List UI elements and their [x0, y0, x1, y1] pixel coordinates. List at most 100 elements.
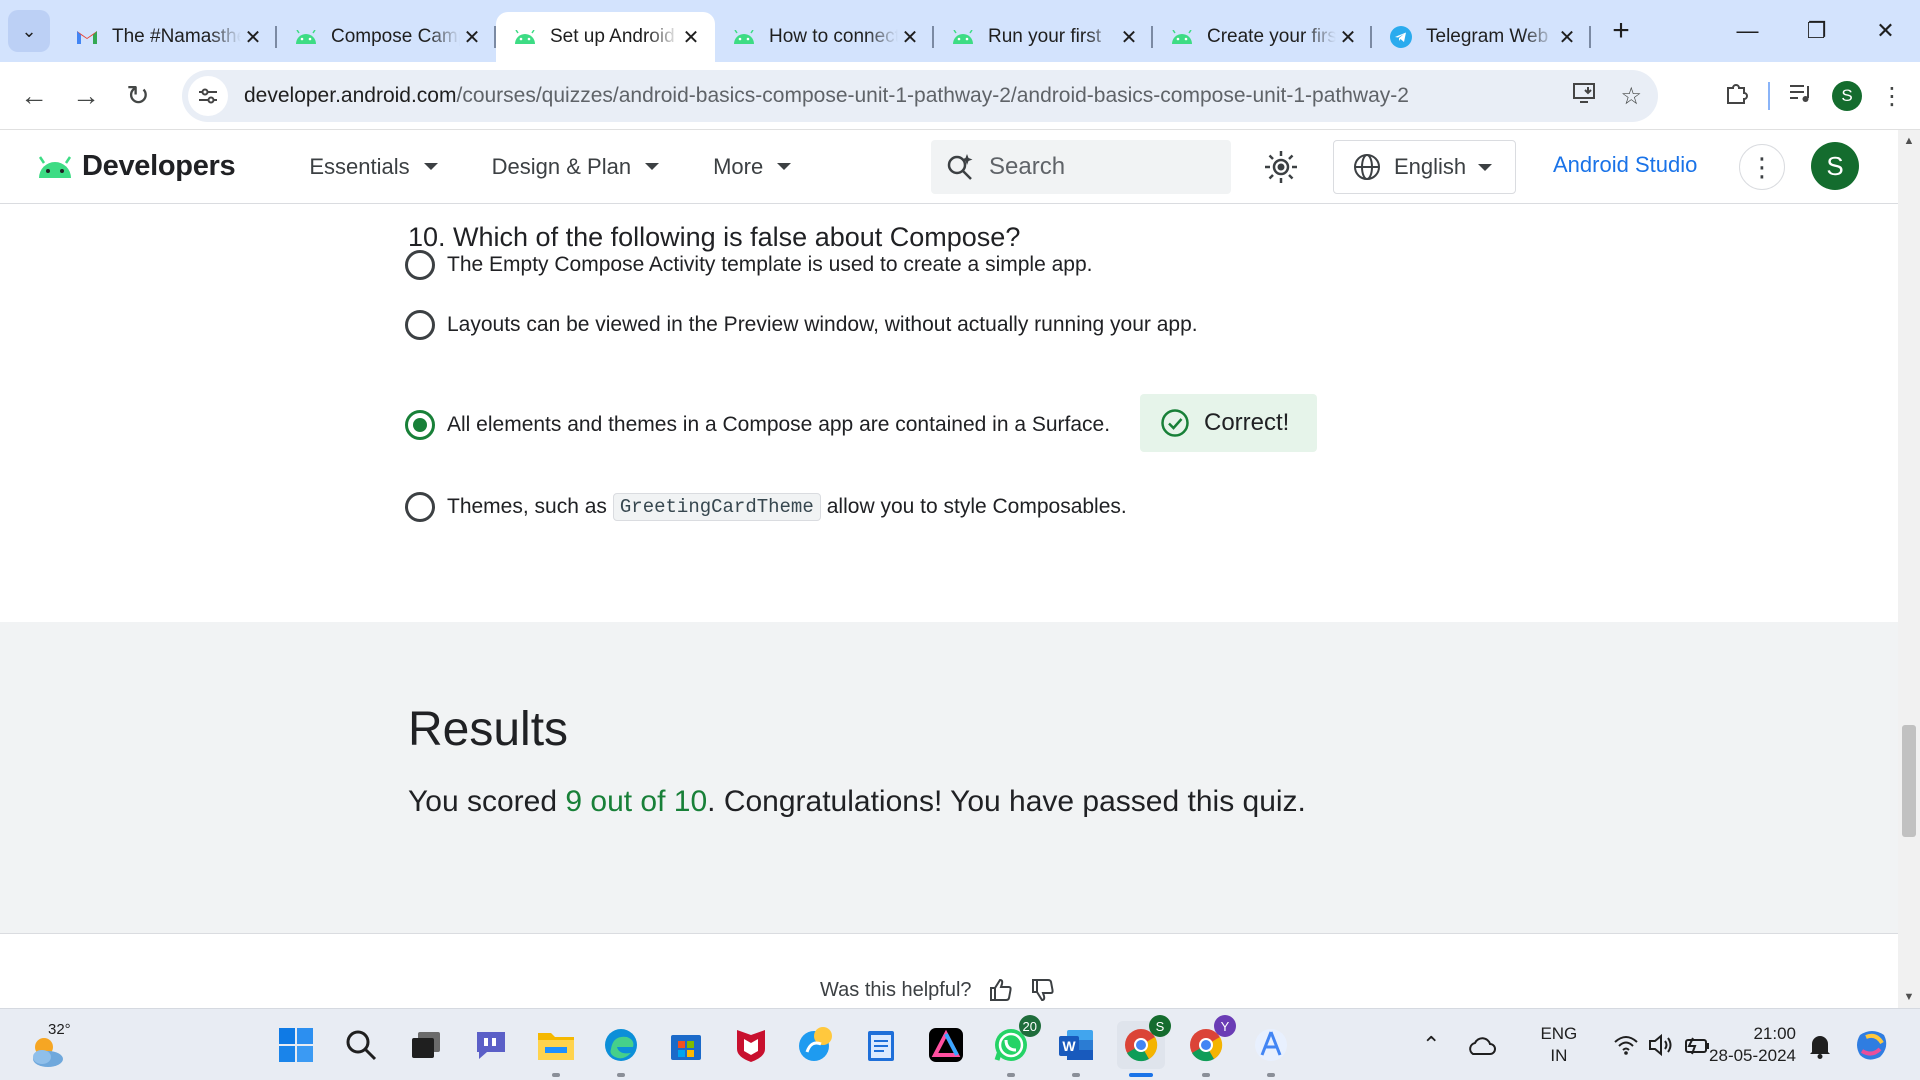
- word-app[interactable]: W: [1052, 1021, 1100, 1077]
- new-tab-button[interactable]: +: [1603, 13, 1639, 49]
- browser-tab-strip: ⌄ The #Namasthe ✕ Compose Camp ✕ Set up …: [0, 0, 1920, 62]
- chrome-app[interactable]: Y: [1182, 1015, 1236, 1077]
- browser-tab[interactable]: The #Namasthe ✕: [58, 12, 277, 62]
- nav-label: More: [713, 153, 764, 179]
- close-icon[interactable]: ✕: [1117, 25, 1141, 50]
- android-studio-app[interactable]: [1247, 1021, 1295, 1077]
- answer-option[interactable]: Themes, such as GreetingCardTheme allow …: [405, 487, 1127, 527]
- extensions-icon[interactable]: [1724, 80, 1750, 113]
- avatar[interactable]: S: [1811, 142, 1859, 190]
- page-scrollbar[interactable]: ▲ ▼: [1898, 130, 1920, 1008]
- chrome-menu-icon[interactable]: ⋮: [1880, 82, 1904, 111]
- close-window-icon[interactable]: ✕: [1851, 0, 1920, 62]
- search-icon: [346, 1030, 377, 1061]
- browser-tab[interactable]: Run your first ✕: [934, 12, 1153, 62]
- chrome-app-active[interactable]: S: [1117, 1015, 1171, 1077]
- taskbar-clock[interactable]: 21:00 28-05-2024: [1700, 1023, 1796, 1067]
- taskbar-search-button[interactable]: [337, 1021, 385, 1069]
- edge-app[interactable]: [597, 1021, 645, 1077]
- radio-button[interactable]: [405, 492, 435, 522]
- answer-option-selected[interactable]: All elements and themes in a Compose app…: [405, 405, 1110, 445]
- tab-search-button[interactable]: ⌄: [8, 10, 50, 52]
- close-icon[interactable]: ✕: [1336, 25, 1360, 50]
- reload-button[interactable]: ↻: [112, 70, 164, 122]
- tab-title: Set up Android: [550, 26, 675, 47]
- address-bar[interactable]: developer.android.com/courses/quizzes/an…: [182, 70, 1658, 122]
- radio-button[interactable]: [405, 310, 435, 340]
- browser-toolbar: ← → ↻ developer.android.com/courses/quiz…: [0, 62, 1920, 130]
- close-icon[interactable]: ✕: [241, 25, 265, 50]
- feedback-row: Was this helpful?: [820, 977, 1056, 1003]
- scroll-up-icon[interactable]: ▲: [1898, 130, 1920, 152]
- wifi-icon[interactable]: [1613, 1034, 1639, 1056]
- thumbs-up-icon[interactable]: [988, 977, 1014, 1003]
- file-explorer-app[interactable]: [532, 1021, 580, 1077]
- copilot-pre-icon[interactable]: [1854, 1027, 1890, 1063]
- bookmark-star-icon[interactable]: ☆: [1620, 82, 1642, 111]
- browser-tab[interactable]: How to connect ✕: [715, 12, 934, 62]
- site-search-input[interactable]: Search: [931, 140, 1231, 194]
- store-app[interactable]: [662, 1021, 710, 1069]
- browser-tab[interactable]: Telegram Web ✕: [1372, 12, 1591, 62]
- input-language-indicator[interactable]: ENG IN: [1540, 1023, 1577, 1067]
- task-view-icon: [412, 1032, 440, 1058]
- tune-icon: [199, 88, 217, 104]
- whatsapp-app[interactable]: 20: [987, 1015, 1041, 1077]
- thumbs-down-icon[interactable]: [1030, 977, 1056, 1003]
- weather-widget[interactable]: 32°: [26, 1021, 76, 1069]
- copilot-app[interactable]: [792, 1021, 840, 1069]
- media-controls-icon[interactable]: [1788, 82, 1814, 111]
- answer-option[interactable]: The Empty Compose Activity template is u…: [405, 245, 1092, 285]
- more-options-button[interactable]: ⋮: [1739, 144, 1785, 190]
- browser-tab[interactable]: Create your first ✕: [1153, 12, 1372, 62]
- windows-taskbar: 32° 20 W S Y ⌃ ENG IN 21:00 28-05-2024: [0, 1008, 1920, 1080]
- nav-essentials[interactable]: Essentials: [309, 154, 438, 180]
- task-view-button[interactable]: [402, 1021, 450, 1069]
- language-label: English: [1394, 154, 1467, 179]
- developers-logo[interactable]: Developers: [36, 150, 236, 183]
- profile-button[interactable]: S: [1832, 81, 1862, 111]
- quiz-content: 10. Which of the following is false abou…: [0, 205, 1898, 1008]
- svg-text:W: W: [1062, 1038, 1076, 1054]
- scroll-down-icon[interactable]: ▼: [1898, 986, 1920, 1008]
- theme-toggle-button[interactable]: [1262, 148, 1300, 186]
- back-button[interactable]: ←: [8, 70, 60, 122]
- notification-bell-icon[interactable]: [1808, 1033, 1832, 1059]
- radio-button-checked[interactable]: [405, 410, 435, 440]
- mcafee-app[interactable]: [727, 1021, 775, 1069]
- forward-button[interactable]: →: [60, 70, 112, 122]
- scroll-thumb[interactable]: [1902, 725, 1916, 837]
- close-icon[interactable]: ✕: [460, 25, 484, 50]
- start-button[interactable]: [272, 1021, 320, 1069]
- language-select[interactable]: English: [1333, 140, 1516, 194]
- site-info-button[interactable]: [188, 76, 228, 116]
- adobe-express-app[interactable]: [922, 1021, 970, 1069]
- android-studio-link[interactable]: Android Studio: [1553, 152, 1697, 178]
- onedrive-cloud-icon[interactable]: [1466, 1034, 1497, 1056]
- answer-option[interactable]: Layouts can be viewed in the Preview win…: [405, 305, 1198, 345]
- close-icon[interactable]: ✕: [679, 25, 703, 50]
- volume-icon[interactable]: [1647, 1033, 1675, 1057]
- install-app-icon[interactable]: [1572, 81, 1598, 112]
- browser-tab-active[interactable]: Set up Android ✕: [496, 12, 715, 62]
- nav-more[interactable]: More: [713, 153, 792, 180]
- tab-title: How to connect: [769, 26, 898, 47]
- arrow-left-icon: ←: [20, 79, 48, 111]
- notepad-app[interactable]: [857, 1021, 905, 1069]
- close-icon[interactable]: ✕: [898, 25, 922, 50]
- minimize-icon[interactable]: —: [1713, 0, 1782, 62]
- close-icon[interactable]: ✕: [1555, 25, 1579, 50]
- radio-button[interactable]: [405, 250, 435, 280]
- lang-line2: IN: [1550, 1046, 1568, 1065]
- option-text: Themes, such as: [447, 495, 607, 518]
- browser-tab[interactable]: Compose Camp ✕: [277, 12, 496, 62]
- nav-design-plan[interactable]: Design & Plan: [492, 154, 660, 180]
- running-indicator: [1202, 1073, 1210, 1077]
- android-icon: [950, 27, 976, 47]
- restore-icon[interactable]: ❐: [1782, 0, 1851, 62]
- arrow-right-icon: →: [72, 79, 100, 111]
- windows-icon: [279, 1028, 313, 1062]
- site-nav: Essentials Design & Plan More: [309, 153, 792, 180]
- chevron-up-icon[interactable]: ⌃: [1422, 1032, 1440, 1058]
- teams-chat-app[interactable]: [467, 1021, 515, 1069]
